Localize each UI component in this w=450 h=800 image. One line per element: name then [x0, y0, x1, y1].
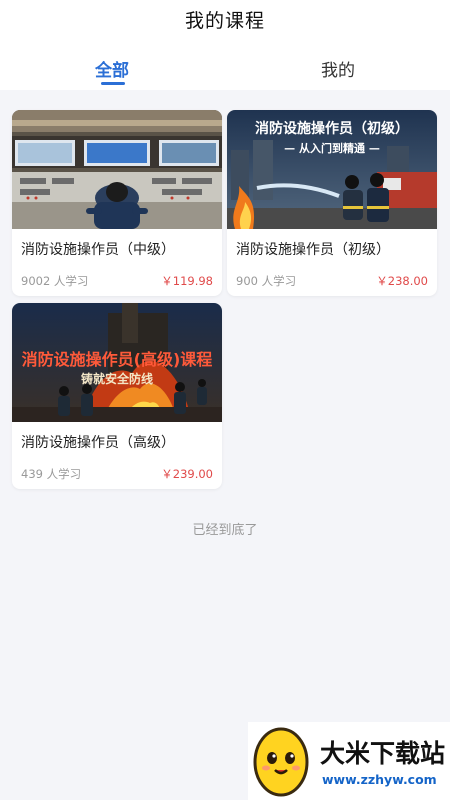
course-title: 消防设施操作员（高级） — [21, 435, 175, 451]
course-card-intermediate[interactable]: 消防设施操作员（中级） 9002 人学习 ￥119.98 — [12, 110, 222, 296]
tab-mine[interactable]: 我的 — [321, 56, 355, 81]
egg-mascot-icon — [253, 727, 309, 797]
course-price: ￥239.00 — [161, 467, 213, 481]
end-of-list-text: 已经到底了 — [192, 523, 258, 538]
banner-title: 消防设施操作员（初级） — [255, 121, 409, 137]
learner-count: 9002 人学习 — [21, 274, 89, 288]
control-room-image — [12, 110, 222, 229]
page-title: 我的课程 — [184, 10, 265, 32]
banner-subtitle: — 从入门到精通 — — [284, 142, 380, 155]
course-price: ￥119.98 — [161, 274, 213, 288]
watermark-site-url: www.zzhyw.com — [322, 772, 437, 787]
course-title: 消防设施操作员（初级） — [236, 242, 390, 258]
site-watermark: 大米下载站 www.zzhyw.com — [248, 722, 450, 800]
tab-active-indicator — [101, 82, 125, 85]
app-header: 我的课程 全部 我的 — [0, 0, 450, 90]
banner-title: 消防设施操作员(高级)课程 — [21, 350, 213, 369]
course-card-beginner[interactable]: 消防设施操作员（初级） — 从入门到精通 — 消防设施操作员（初级） 900 人… — [227, 110, 437, 296]
tab-all[interactable]: 全部 — [95, 56, 129, 81]
course-card-advanced[interactable]: 消防设施操作员(高级)课程 铸就安全防线 消防设施操作员（高级） 439 人学习… — [12, 303, 222, 489]
course-title: 消防设施操作员（中级） — [21, 242, 175, 258]
watermark-site-name: 大米下载站 — [320, 739, 446, 768]
course-price: ￥238.00 — [376, 274, 428, 288]
banner-subtitle: 铸就安全防线 — [80, 372, 153, 386]
learner-count: 439 人学习 — [21, 467, 82, 481]
learner-count: 900 人学习 — [236, 274, 297, 288]
